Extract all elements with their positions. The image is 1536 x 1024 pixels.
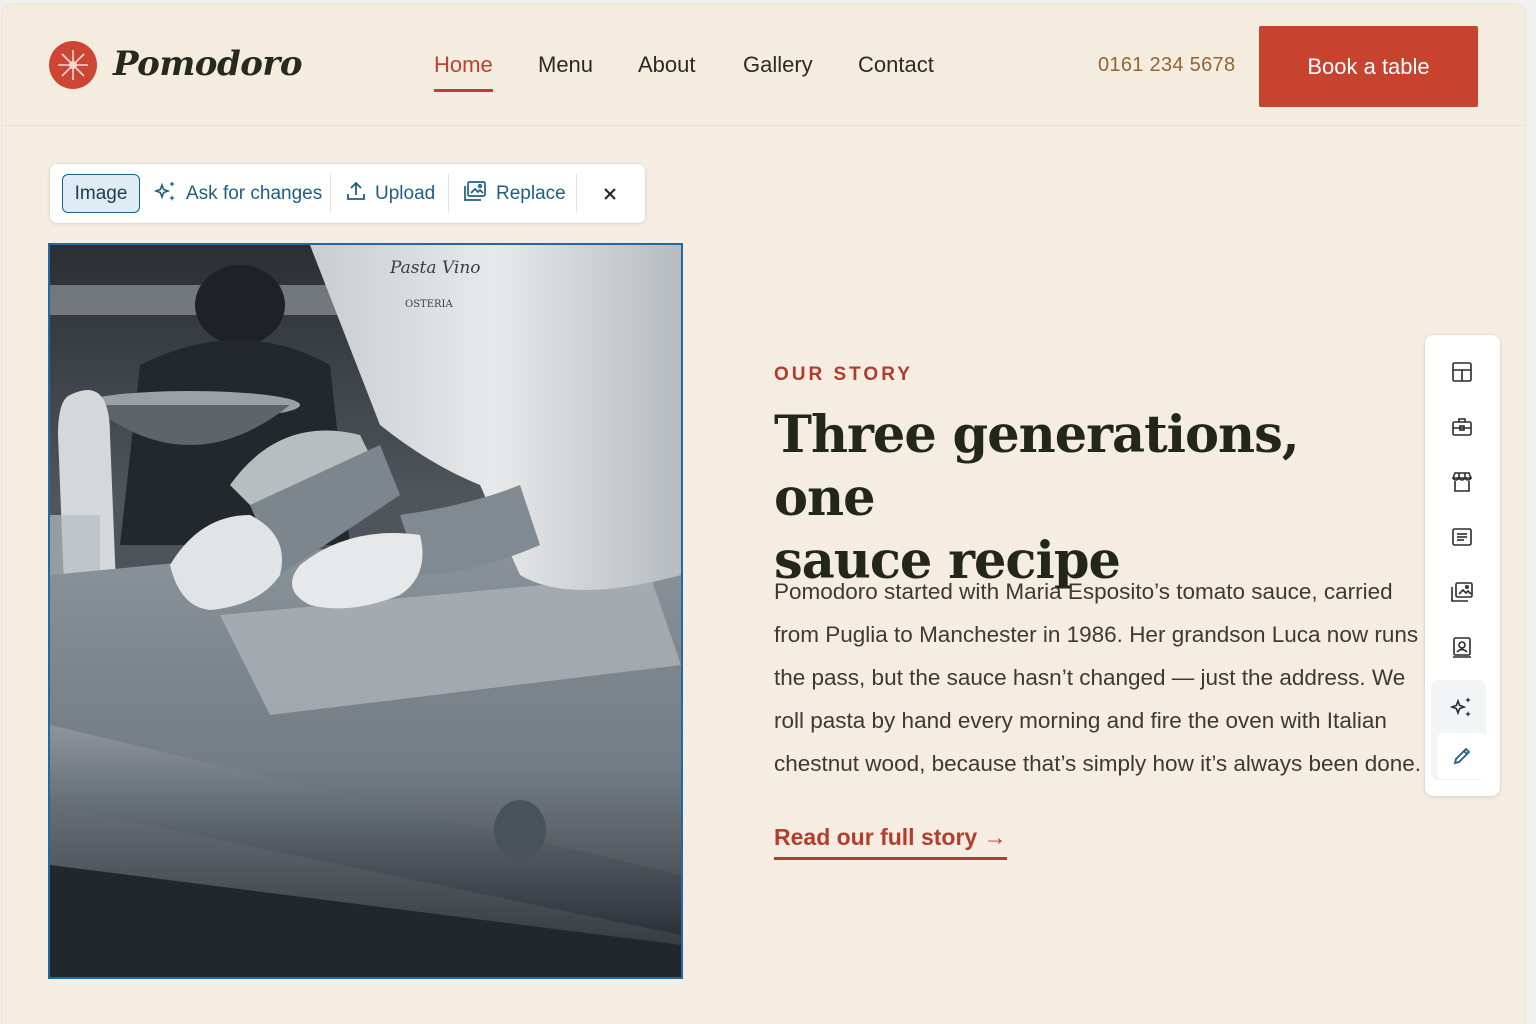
briefcase-icon[interactable] — [1437, 404, 1487, 450]
book-table-button[interactable]: Book a table — [1259, 26, 1478, 107]
nav-contact[interactable]: Contact — [858, 52, 934, 78]
block-tools-panel — [1425, 335, 1500, 796]
logo-icon[interactable] — [49, 41, 97, 89]
replace-label: Replace — [496, 182, 566, 204]
phone-number[interactable]: 0161 234 5678 — [1098, 54, 1235, 77]
ask-for-changes-label: Ask for changes — [186, 182, 323, 204]
toolbar-divider — [448, 174, 449, 213]
nav-menu[interactable]: Menu — [538, 52, 593, 78]
section-kicker: OUR STORY — [774, 364, 913, 385]
sparkle-icon — [153, 179, 178, 209]
apron-logo-text: Pasta Vino — [389, 258, 481, 278]
contact-card-icon[interactable] — [1437, 624, 1487, 670]
chef-rolling-pasta-photo: Pasta Vino OSTERIA — [50, 245, 681, 977]
image-toolbar: Image Ask for changes Upload Replace — [50, 164, 645, 223]
close-icon[interactable] — [598, 182, 622, 206]
image-type-chip[interactable]: Image — [62, 174, 140, 213]
image-folder-icon[interactable] — [1437, 569, 1487, 615]
story-headline: Three generations, one sauce recipe — [774, 404, 1414, 593]
text-block-icon[interactable] — [1437, 514, 1487, 560]
upload-button[interactable]: Upload — [345, 174, 435, 213]
nav-about[interactable]: About — [638, 52, 696, 78]
story-body: Pomodoro started with Maria Esposito’s t… — [774, 579, 1422, 776]
brand-name[interactable]: Pomodoro — [113, 44, 303, 84]
apron-osteria-text: OSTERIA — [405, 299, 453, 310]
headline-line-1: Three generations, one — [774, 405, 1300, 528]
toolbar-divider — [330, 174, 331, 213]
store-icon[interactable] — [1437, 459, 1487, 505]
replace-image-icon — [462, 179, 488, 209]
sparkle-icon[interactable] — [1437, 684, 1487, 730]
layout-icon[interactable] — [1437, 349, 1487, 395]
upload-label: Upload — [375, 182, 436, 204]
selected-story-image[interactable]: Pasta Vino OSTERIA — [48, 243, 683, 979]
ask-for-changes-button[interactable]: Ask for changes — [153, 174, 323, 213]
site-header: Pomodoro Home Menu About Gallery Contact… — [2, 4, 1525, 126]
pencil-icon[interactable] — [1437, 733, 1487, 779]
upload-icon — [345, 180, 367, 208]
read-full-story-link[interactable]: Read our full story → — [774, 824, 1007, 860]
website-canvas: Pomodoro Home Menu About Gallery Contact… — [2, 4, 1525, 1024]
replace-button[interactable]: Replace — [462, 174, 566, 213]
nav-gallery[interactable]: Gallery — [743, 52, 813, 78]
toolbar-divider — [576, 174, 577, 213]
nav-home[interactable]: Home — [434, 52, 493, 92]
